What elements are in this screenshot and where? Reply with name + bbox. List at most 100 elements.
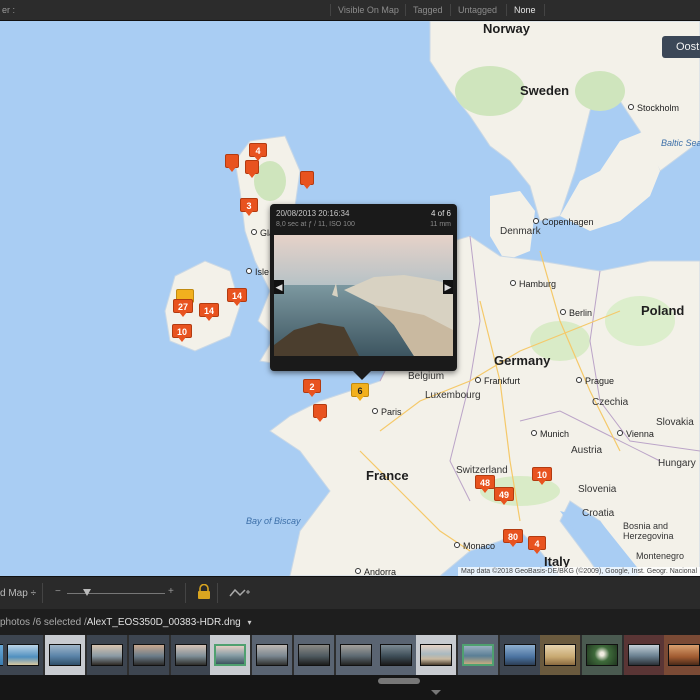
filmstrip-thumbnail[interactable] [582, 635, 622, 675]
filmstrip-thumbnail[interactable] [664, 635, 700, 675]
gps-track-icon[interactable] [229, 587, 251, 599]
filmstrip-thumbnail[interactable] [45, 635, 85, 675]
map-label-slovenia: Slovenia [578, 484, 617, 495]
filter-separator [330, 4, 331, 16]
map-style-select[interactable]: d Map ÷ [0, 588, 36, 599]
filter-separator [405, 4, 406, 16]
zoom-slider-thumb[interactable] [83, 589, 91, 596]
filmstrip-scrollbar-area [0, 675, 700, 700]
map-city-vienna: Vienna [617, 429, 654, 439]
map-cluster[interactable]: 80 [503, 529, 524, 547]
filmstrip-thumbnail[interactable] [336, 635, 376, 675]
map-attribution: Map data ©2018 GeoBasis-DE/BKG (©2009), … [458, 567, 700, 576]
zoom-slider[interactable] [67, 593, 165, 594]
zoom-in-button[interactable]: + [168, 586, 174, 597]
map-toolbar: d Map ÷ − + [0, 576, 700, 609]
map-cluster[interactable]: 4 [249, 143, 267, 161]
map-pin[interactable] [313, 404, 327, 422]
map-label-czechia: Czechia [592, 397, 629, 408]
map-cluster[interactable]: 48 [475, 475, 496, 493]
filmstrip-source: photos /6 selected /AlexT_EOS350D_00383-… [0, 617, 252, 628]
filter-visible-on-map[interactable]: Visible On Map [338, 5, 399, 15]
filter-label: er : [2, 5, 16, 15]
expand-arrow-icon[interactable] [431, 690, 441, 695]
lock-icon[interactable] [197, 584, 211, 600]
filmstrip-thumbnail[interactable] [252, 635, 292, 675]
filmstrip-header: photos /6 selected /AlexT_EOS350D_00383-… [0, 609, 700, 635]
map-overlay-button[interactable]: Oost [662, 36, 700, 58]
map-label-poland: Poland [641, 303, 685, 318]
filmstrip-thumbnail[interactable] [171, 635, 211, 675]
map-label-hungary: Hungary [658, 458, 696, 469]
filmstrip-thumbnail[interactable] [3, 635, 43, 675]
filmstrip-thumbnail[interactable] [87, 635, 127, 675]
map-pin[interactable] [245, 160, 259, 178]
map-pin[interactable] [300, 171, 314, 189]
toolbar-separator [217, 583, 218, 603]
filmstrip-thumbnail[interactable] [376, 635, 416, 675]
map-label-bosnia: Bosnia and Herzegovina [623, 521, 674, 541]
map-city-copenhagen: Copenhagen [533, 217, 594, 227]
filmstrip-thumbnail[interactable] [129, 635, 169, 675]
map-city-andorra: Andorra [355, 567, 396, 576]
map-city-monaco: Monaco [454, 541, 495, 551]
filter-untagged[interactable]: Untagged [458, 5, 497, 15]
filter-separator [506, 4, 507, 16]
photo-capture-date: 20/08/2013 20:16:34 [276, 209, 350, 218]
photo-exif: 8,0 sec at ƒ / 11, ISO 100 [276, 221, 355, 228]
filmstrip-thumbnail[interactable] [416, 635, 456, 675]
filter-separator [544, 4, 545, 16]
toolbar-separator [185, 583, 186, 603]
filmstrip-thumbnail[interactable] [458, 635, 498, 675]
map-city-berlin: Berlin [560, 308, 592, 318]
toolbar-separator [42, 583, 43, 603]
filmstrip-summary: photos /6 selected / [0, 617, 87, 628]
map-label-croatia: Croatia [582, 508, 615, 519]
map-cluster-selected[interactable]: 6 [351, 383, 369, 401]
filter-tagged[interactable]: Tagged [413, 5, 443, 15]
filmstrip-filename[interactable]: AlexT_EOS350D_00383-HDR.dng [87, 617, 241, 628]
zoom-out-button[interactable]: − [55, 586, 61, 597]
map-label-norway: Norway [483, 21, 530, 36]
filmstrip-scrollbar[interactable] [378, 678, 420, 684]
map-cluster[interactable]: 14 [199, 303, 220, 321]
map-sea-baltic: Baltic Sea [661, 138, 700, 148]
map-cluster[interactable]: 3 [240, 198, 258, 216]
map-cluster[interactable]: 2 [303, 379, 321, 397]
filmstrip[interactable] [0, 635, 700, 675]
map-city-munich: Munich [531, 429, 569, 439]
filmstrip-thumbnail[interactable] [624, 635, 664, 675]
filmstrip-thumbnail[interactable] [210, 635, 250, 675]
chevron-right-icon[interactable]: ▶ [443, 280, 453, 294]
map-label-austria: Austria [571, 445, 603, 456]
map-cluster[interactable]: 4 [528, 536, 546, 554]
filter-bar: er : Visible On Map Tagged Untagged None [0, 0, 700, 21]
photo-preview-popup[interactable]: 20/08/2013 20:16:34 4 of 6 8,0 sec at ƒ … [270, 204, 457, 380]
caret-down-icon[interactable]: ▾ [248, 618, 252, 627]
chevron-left-icon[interactable]: ◀ [274, 280, 284, 294]
map-label-belgium: Belgium [408, 371, 445, 382]
photo-thumbnail[interactable] [274, 235, 453, 356]
map-city-prague: Prague [576, 376, 614, 386]
map-label-france: France [366, 468, 409, 483]
map-label-montenegro: Montenegro [636, 551, 685, 561]
map-cluster[interactable]: 10 [172, 324, 193, 342]
photo-index: 4 of 6 [430, 209, 451, 218]
map-cluster[interactable]: 27 [173, 299, 194, 317]
filmstrip-thumbnail[interactable] [540, 635, 580, 675]
filter-none[interactable]: None [514, 5, 536, 15]
map-cluster[interactable]: 49 [494, 487, 515, 505]
filmstrip-thumbnail[interactable] [294, 635, 334, 675]
map-cluster[interactable]: 10 [532, 467, 553, 485]
map-city-paris: Paris [372, 407, 402, 417]
map-label-sweden: Sweden [520, 83, 570, 98]
filmstrip-thumbnail[interactable] [500, 635, 540, 675]
map-label-luxembourg: Luxembourg [425, 390, 481, 401]
map-label-slovakia: Slovakia [656, 417, 694, 428]
map-cluster[interactable]: 14 [227, 288, 248, 306]
photo-lens: 11 mm [430, 221, 451, 228]
map-label-denmark: Denmark [500, 226, 541, 237]
map-pin[interactable] [225, 154, 239, 172]
map-city-hamburg: Hamburg [510, 279, 556, 289]
filter-separator [450, 4, 451, 16]
